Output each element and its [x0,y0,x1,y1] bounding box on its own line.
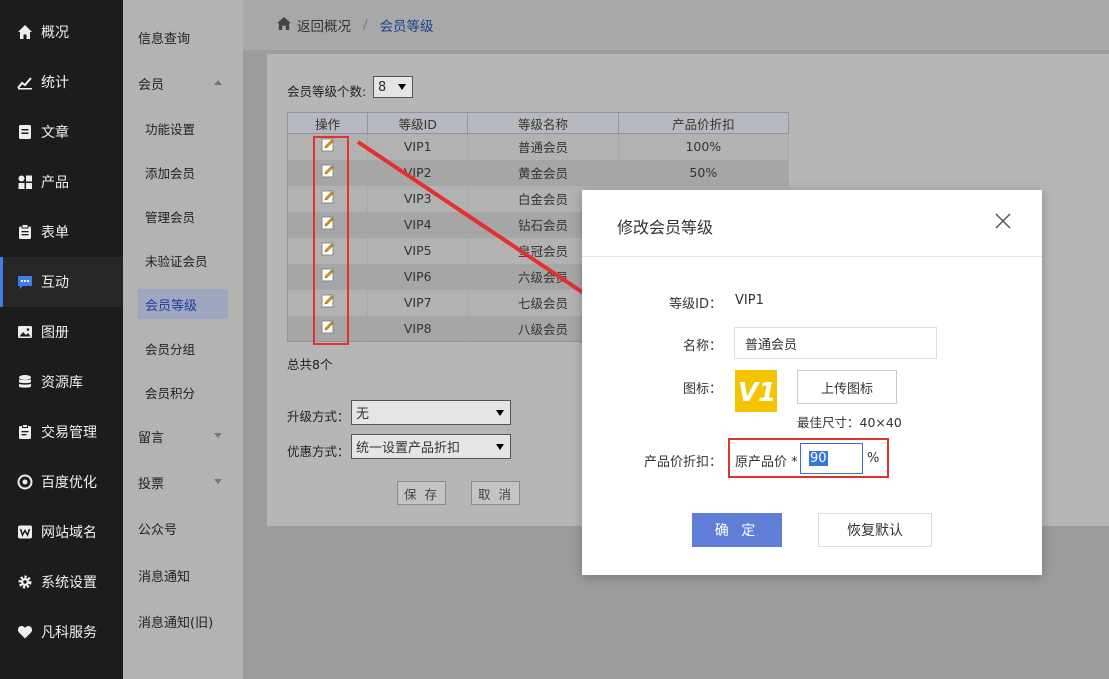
name-input-value: 普通会员 [745,337,798,353]
vip-logo-text: V1 [738,378,776,408]
dialog-title: 修改会员等级 [617,218,714,237]
percent-sign: % [867,451,880,466]
discount-input-value: 90 [809,451,828,466]
confirm-button[interactable]: 确 定 [692,513,782,547]
reset-default-button[interactable]: 恢复默认 [818,513,932,547]
edit-member-level-dialog: 修改会员等级 等级ID： VIP1 名称： 普通会员 图标： V1 上传图标 最… [582,190,1042,575]
close-icon[interactable] [994,212,1012,230]
level-id-label: 等级ID： [669,297,722,312]
discount-input[interactable]: 90 [800,443,863,474]
upload-icon-button[interactable]: 上传图标 [797,370,897,404]
level-id-value: VIP1 [735,293,764,308]
dialog-divider [582,256,1042,257]
name-input[interactable]: 普通会员 [734,327,937,359]
discount-label: 产品价折扣： [643,455,722,470]
name-label: 名称： [682,339,722,354]
original-price-label: 原产品价 * [735,455,798,470]
best-size-hint: 最佳尺寸：40×40 [797,415,902,430]
icon-label: 图标： [682,382,722,397]
vip-level-logo: V1 [735,370,777,412]
